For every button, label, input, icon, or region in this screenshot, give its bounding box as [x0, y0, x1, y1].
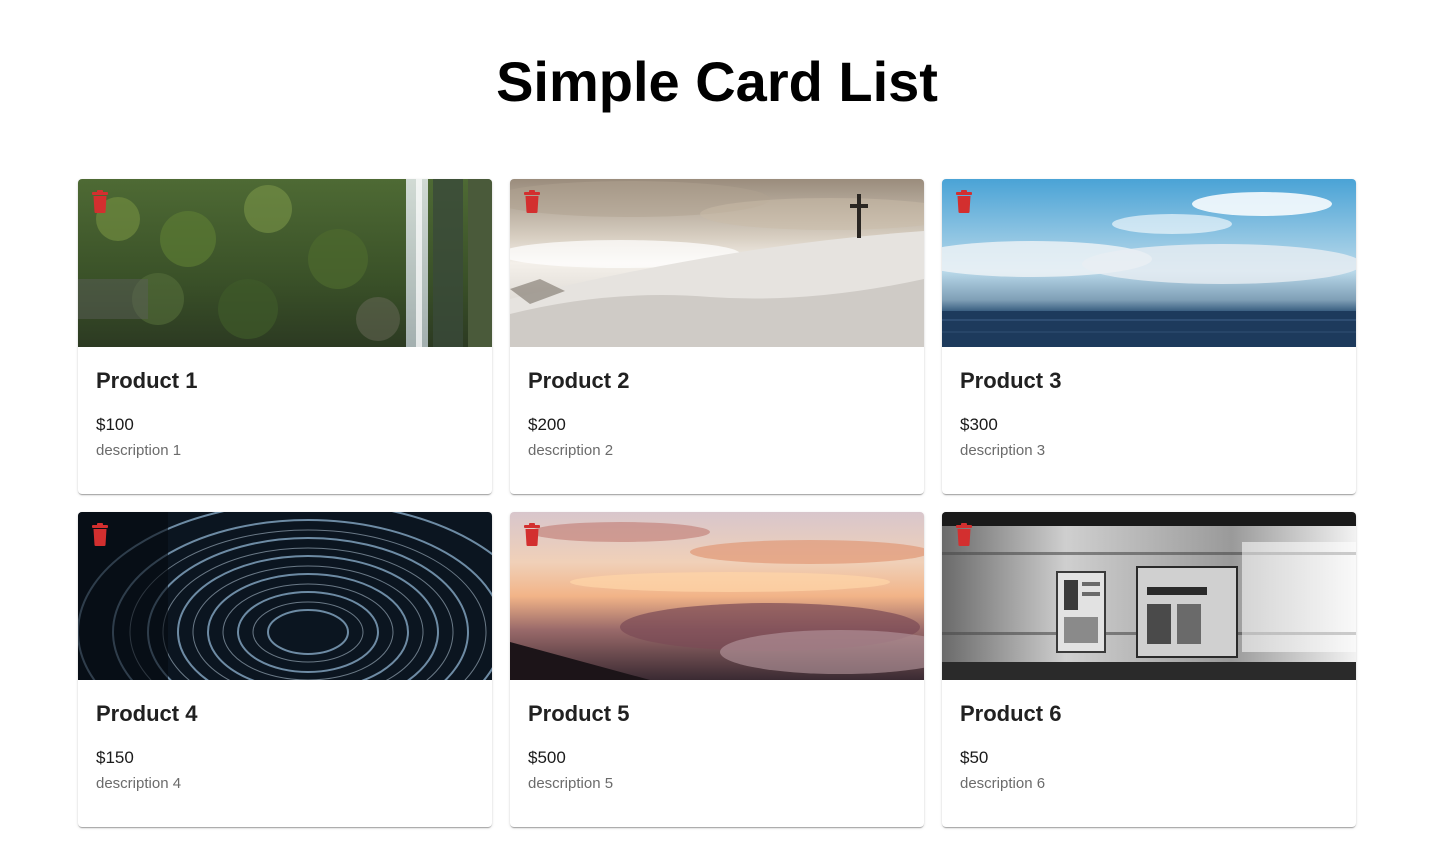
- product-price: $500: [528, 748, 566, 767]
- product-card: Product 4 $150 description 4: [78, 512, 492, 827]
- product-card: Product 3 $300 description 3: [942, 179, 1356, 494]
- card-grid: Product 1 $100 description 1 Product 2 $…: [78, 179, 1356, 827]
- card-content: Product 3 $300 description 3: [942, 368, 1356, 461]
- card-image: [942, 179, 1356, 347]
- delete-icon[interactable]: [91, 523, 109, 547]
- card-content: Product 4 $150 description 4: [78, 701, 492, 794]
- delete-icon[interactable]: [523, 190, 541, 214]
- card-image: [510, 512, 924, 680]
- page-title: Simple Card List: [496, 50, 938, 113]
- product-name: Product 2: [528, 368, 630, 393]
- product-name: Product 4: [96, 701, 198, 726]
- product-description: description 6: [960, 775, 1046, 792]
- product-card: Product 5 $500 description 5: [510, 512, 924, 827]
- delete-icon[interactable]: [523, 523, 541, 547]
- snowy-hill-cross-photo: [510, 179, 924, 347]
- delete-icon[interactable]: [955, 523, 973, 547]
- card-content: Product 6 $50 description 6: [942, 701, 1356, 794]
- product-description: description 1: [96, 442, 182, 459]
- product-name: Product 1: [96, 368, 198, 393]
- product-description: description 3: [960, 442, 1046, 459]
- card-content: Product 2 $200 description 2: [510, 368, 924, 461]
- sunset-clouds-photo: [510, 512, 924, 680]
- delete-icon[interactable]: [91, 190, 109, 214]
- product-description: description 5: [528, 775, 614, 792]
- product-card: Product 6 $50 description 6: [942, 512, 1356, 827]
- product-description: description 4: [96, 775, 182, 792]
- card-image: [78, 179, 492, 347]
- product-price: $100: [96, 415, 134, 434]
- product-description: description 2: [528, 442, 614, 459]
- ocean-sky-photo: [942, 179, 1356, 347]
- product-price: $300: [960, 415, 998, 434]
- card-content: Product 5 $500 description 5: [510, 701, 924, 794]
- waterfall-cliff-photo: [78, 179, 492, 347]
- motion-blur-train-photo: [942, 512, 1356, 680]
- product-name: Product 3: [960, 368, 1062, 393]
- product-name: Product 5: [528, 701, 630, 726]
- product-price: $150: [96, 748, 134, 767]
- product-card: Product 2 $200 description 2: [510, 179, 924, 494]
- product-card: Product 1 $100 description 1: [78, 179, 492, 494]
- product-price: $50: [960, 748, 989, 767]
- card-image: [78, 512, 492, 680]
- star-trails-photo: [78, 512, 492, 680]
- delete-icon[interactable]: [955, 190, 973, 214]
- product-name: Product 6: [960, 701, 1062, 726]
- card-content: Product 1 $100 description 1: [78, 368, 492, 461]
- card-image: [510, 179, 924, 347]
- card-image: [942, 512, 1356, 680]
- product-price: $200: [528, 415, 566, 434]
